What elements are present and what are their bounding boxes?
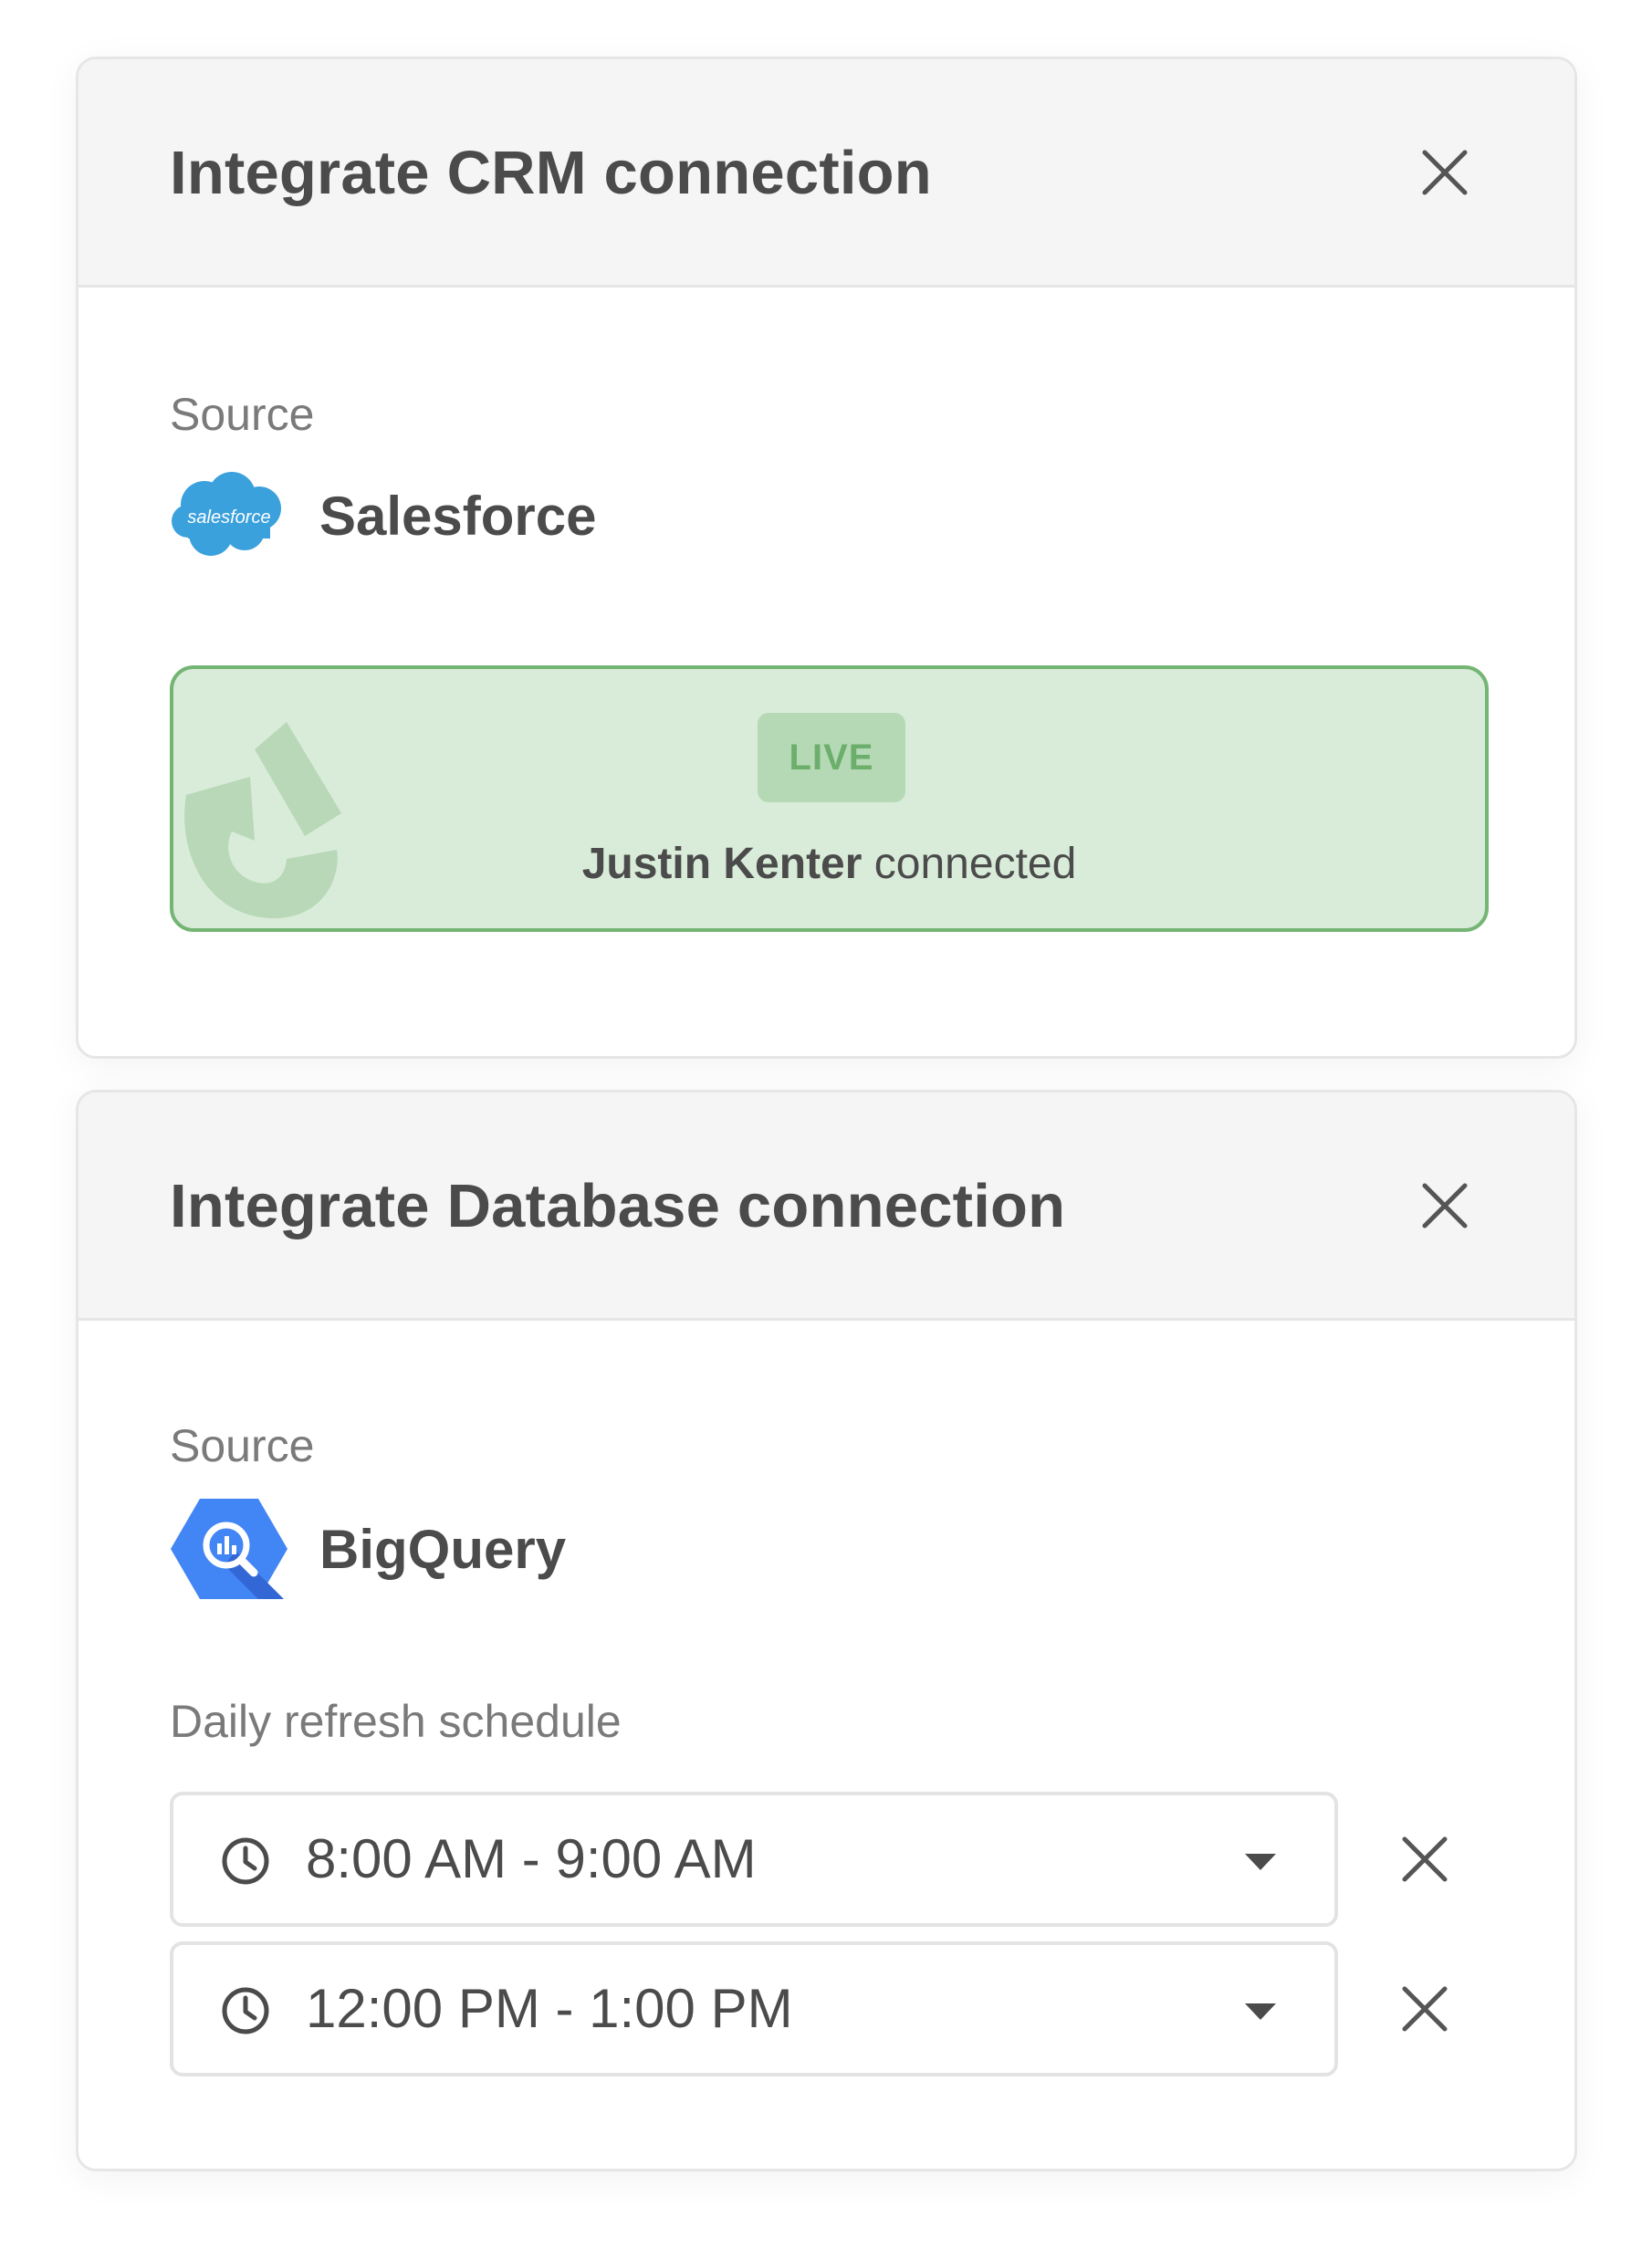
caret-down-icon (1245, 2003, 1276, 2020)
schedule-time-value: 8:00 AM - 9:00 AM (306, 1828, 757, 1889)
crm-connection-card: Integrate CRM connection Source salesfor… (76, 57, 1577, 1059)
db-source-name: BigQuery (319, 1518, 567, 1580)
close-icon (1422, 150, 1468, 195)
svg-text:salesforce: salesforce (187, 507, 270, 528)
schedule-time-value: 12:00 PM - 1:00 PM (306, 1978, 793, 2039)
connected-user-name: Justin Kenter (581, 840, 863, 888)
connected-suffix: connected (873, 840, 1077, 888)
db-source-label: Source (170, 1420, 315, 1471)
db-source-row: BigQuery (170, 1494, 566, 1604)
db-close-button[interactable] (1416, 1177, 1474, 1235)
clock-icon (222, 1837, 269, 1885)
crm-source-label: Source (170, 389, 315, 440)
bigquery-logo (171, 1499, 288, 1599)
crm-card-title: Integrate CRM connection (170, 139, 932, 207)
schedule-label: Daily refresh schedule (170, 1696, 622, 1747)
remove-schedule-button[interactable] (1399, 1983, 1450, 2034)
close-icon (1402, 1986, 1448, 2032)
crm-source-row: salesforce Salesforce (170, 461, 597, 570)
live-status-panel: LIVE Justin Kenter connected (170, 665, 1489, 932)
close-icon (1422, 1183, 1468, 1229)
clock-icon (222, 1987, 269, 2034)
salesforce-logo: salesforce (172, 472, 281, 556)
crm-source-name: Salesforce (319, 485, 597, 547)
connection-status-text: Justin Kenter connected (173, 839, 1485, 889)
database-connection-card: Integrate Database connection Source Big… (76, 1090, 1577, 2171)
remove-schedule-button[interactable] (1399, 1834, 1450, 1885)
db-card-title: Integrate Database connection (170, 1172, 1066, 1240)
crm-close-button[interactable] (1416, 143, 1474, 202)
db-card-header: Integrate Database connection (78, 1093, 1574, 1321)
schedule-time-select[interactable]: 8:00 AM - 9:00 AM (170, 1792, 1338, 1927)
caret-down-icon (1245, 1854, 1276, 1870)
crm-card-header: Integrate CRM connection (78, 59, 1574, 288)
close-icon (1402, 1836, 1448, 1882)
live-badge: LIVE (758, 713, 905, 802)
schedule-time-select[interactable]: 12:00 PM - 1:00 PM (170, 1941, 1338, 2076)
connection-watermark-icon (184, 722, 341, 919)
